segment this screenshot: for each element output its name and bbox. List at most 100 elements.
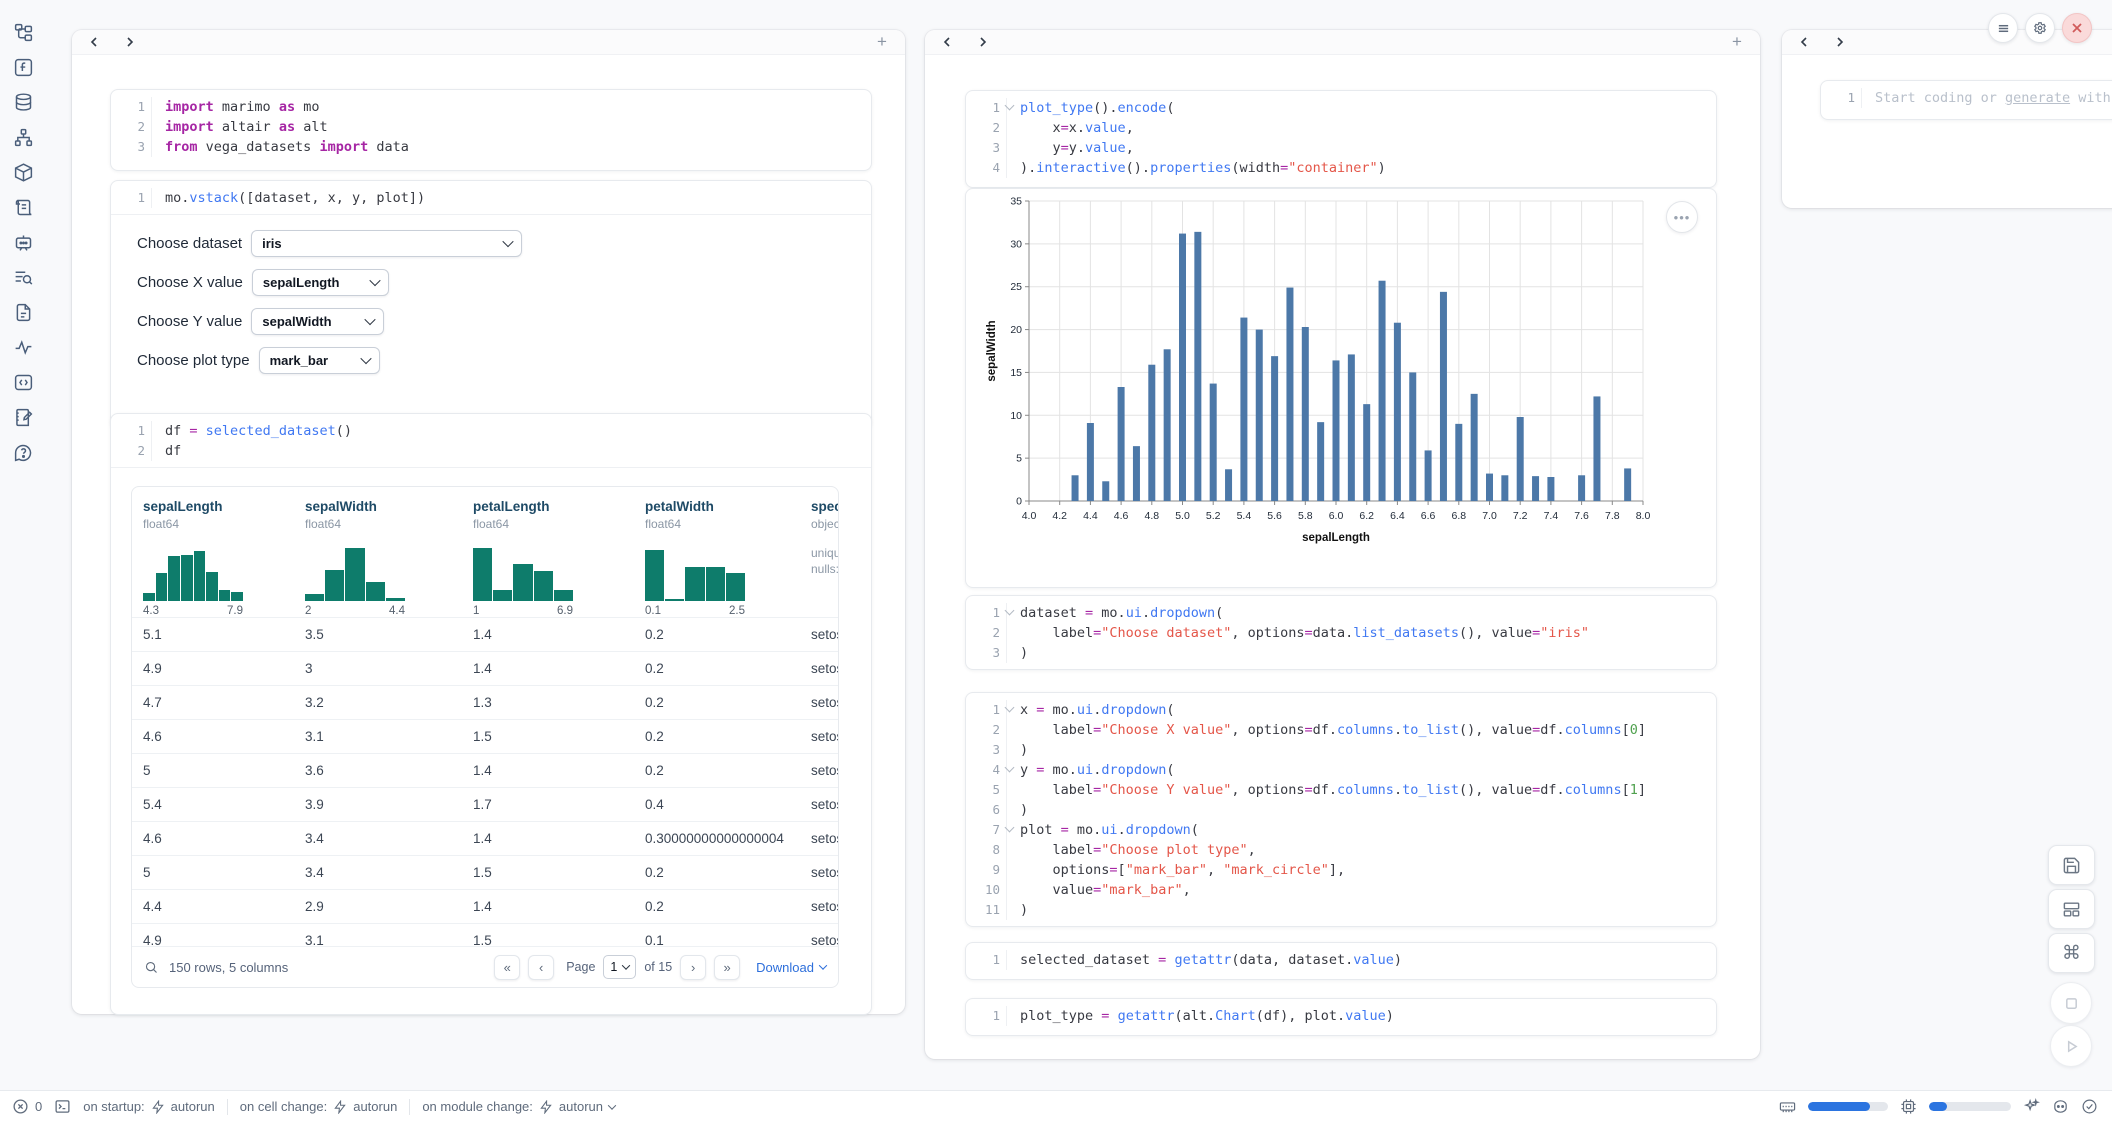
code-cell-vstack[interactable]: 1mo.vstack([dataset, x, y, plot]) Choose… [110, 180, 872, 430]
chatbot-icon[interactable] [12, 231, 34, 253]
code-line[interactable]: 1import marimo as mo [111, 97, 871, 117]
code-line[interactable]: 3) [966, 740, 1716, 760]
chart-menu-button[interactable]: ••• [1666, 201, 1698, 233]
download-button[interactable]: Download [756, 960, 826, 975]
scroll-icon[interactable] [12, 196, 34, 218]
table-row[interactable]: 53.61.40.2setos [132, 753, 838, 787]
table-row[interactable]: 4.931.40.2setos [132, 651, 838, 685]
code-line[interactable]: 8 label="Choose plot type", [966, 840, 1716, 860]
help-icon[interactable] [12, 441, 34, 463]
menu-button[interactable] [1988, 13, 2018, 43]
code-line[interactable]: 2 x=x.value, [966, 118, 1716, 138]
table-row[interactable]: 5.43.91.70.4setos [132, 787, 838, 821]
code-line[interactable]: 3 y=y.value, [966, 138, 1716, 158]
file-tree-icon[interactable] [12, 21, 34, 43]
close-button[interactable] [2062, 13, 2092, 43]
code-cell-selected-dataset[interactable]: 1selected_dataset = getattr(data, datase… [965, 942, 1717, 980]
code-cell-plot-type[interactable]: 1plot_type = getattr(alt.Chart(df), plot… [965, 998, 1717, 1036]
code-cell-imports[interactable]: 1import marimo as mo2import altair as al… [110, 89, 872, 171]
code-line[interactable]: 1df = selected_dataset() [111, 421, 871, 441]
altair-bar-chart[interactable]: 4.04.24.44.64.85.05.25.45.65.86.06.26.46… [981, 193, 1681, 588]
code-line[interactable]: 1dataset = mo.ui.dropdown( [966, 603, 1716, 623]
runtime-config-2[interactable]: on module change:autorun [422, 1099, 615, 1114]
code-line[interactable]: 1plot_type = getattr(alt.Chart(df), plot… [966, 1006, 1716, 1026]
stop-button[interactable] [2050, 982, 2092, 1024]
code-cell-plot[interactable]: 1plot_type().encode(2 x=x.value,3 y=y.va… [965, 90, 1717, 188]
next-page-button[interactable]: › [680, 955, 706, 980]
dependency-graph-icon[interactable] [12, 126, 34, 148]
database-icon[interactable] [12, 91, 34, 113]
code-line[interactable]: 2import altair as alt [111, 117, 871, 137]
code-line[interactable]: 5 label="Choose Y value", options=df.col… [966, 780, 1716, 800]
table-row[interactable]: 4.73.21.30.2setos [132, 685, 838, 719]
generate-link[interactable]: generate [2005, 90, 2070, 106]
errors-indicator[interactable]: 0 [12, 1098, 42, 1115]
settings-gear-button[interactable] [2025, 13, 2055, 43]
previous-page-button[interactable]: ‹ [528, 955, 554, 980]
column-header-petalLength[interactable]: petalLengthfloat6416.9 [462, 487, 634, 617]
dropdown-select-choose-y-value[interactable]: sepalWidth [251, 308, 384, 335]
table-row[interactable]: 53.41.50.2setos [132, 855, 838, 889]
code-cell-dataframe[interactable]: 1df = selected_dataset()2df sepalLengthf… [110, 413, 872, 1015]
column-header-sepalLength[interactable]: sepalLengthfloat644.37.9 [132, 487, 294, 617]
search-icon[interactable] [144, 960, 159, 975]
last-page-button[interactable]: » [714, 955, 740, 980]
code-line[interactable]: 4).interactive().properties(width="conta… [966, 158, 1716, 178]
keyboard-shortcuts-button[interactable]: ⌘ [2048, 933, 2095, 973]
notebook-icon[interactable] [12, 406, 34, 428]
collapse-right-icon[interactable] [977, 36, 989, 48]
collapse-right-icon[interactable] [1834, 36, 1846, 48]
runtime-config-1[interactable]: on cell change:autorun [240, 1099, 398, 1114]
code-line[interactable]: 1plot_type().encode( [966, 98, 1716, 118]
terminal-icon[interactable] [54, 1098, 71, 1115]
code-line[interactable]: 10 value="mark_bar", [966, 880, 1716, 900]
page-number-select[interactable]: 1 [603, 955, 636, 979]
code-cell-dataset-dropdown[interactable]: 1dataset = mo.ui.dropdown(2 label="Choos… [965, 595, 1717, 670]
table-row[interactable]: 5.13.51.40.2setos [132, 617, 838, 651]
dropdown-select-choose-dataset[interactable]: iris [251, 230, 522, 257]
code-line[interactable]: 3) [966, 643, 1716, 663]
empty-code-cell[interactable]: 1 Start coding or generate with [1820, 80, 2112, 120]
code-cell-xyplot-dropdowns[interactable]: 1x = mo.ui.dropdown(2 label="Choose X va… [965, 692, 1717, 927]
copilot-icon[interactable] [2052, 1098, 2069, 1115]
document-icon[interactable] [12, 301, 34, 323]
collapse-right-icon[interactable] [124, 36, 136, 48]
code-line[interactable]: 7plot = mo.ui.dropdown( [966, 820, 1716, 840]
collapse-left-icon[interactable] [1798, 36, 1810, 48]
run-button[interactable] [2050, 1025, 2092, 1067]
layout-button[interactable] [2048, 889, 2095, 929]
save-button[interactable] [2048, 845, 2095, 885]
package-icon[interactable] [12, 161, 34, 183]
column-header-sepalWidth[interactable]: sepalWidthfloat6424.4 [294, 487, 462, 617]
code-line[interactable]: 2 label="Choose X value", options=df.col… [966, 720, 1716, 740]
code-line[interactable]: 4y = mo.ui.dropdown( [966, 760, 1716, 780]
connection-status-icon[interactable] [2081, 1098, 2098, 1115]
code-line[interactable]: 3from vega_datasets import data [111, 137, 871, 157]
first-page-button[interactable]: « [494, 955, 520, 980]
code-line[interactable]: 6) [966, 800, 1716, 820]
ai-sparkles-icon[interactable] [2023, 1098, 2040, 1115]
code-line[interactable]: 1mo.vstack([dataset, x, y, plot]) [111, 188, 871, 208]
collapse-left-icon[interactable] [941, 36, 953, 48]
code-line[interactable]: 11) [966, 900, 1716, 920]
column-header-speci[interactable]: speciobjecuniqunulls: [800, 487, 839, 617]
table-row[interactable]: 4.63.41.40.30000000000000004setos [132, 821, 838, 855]
runtime-config-0[interactable]: on startup:autorun [83, 1099, 215, 1114]
function-icon[interactable] [12, 56, 34, 78]
dropdown-select-choose-plot-type[interactable]: mark_bar [259, 347, 380, 374]
code-line[interactable]: 1x = mo.ui.dropdown( [966, 700, 1716, 720]
table-row[interactable]: 4.63.11.50.2setos [132, 719, 838, 753]
column-header-petalWidth[interactable]: petalWidthfloat640.12.5 [634, 487, 800, 617]
activity-icon[interactable] [12, 336, 34, 358]
search-list-icon[interactable] [12, 266, 34, 288]
code-line[interactable]: 2df [111, 441, 871, 461]
table-row[interactable]: 4.42.91.40.2setos [132, 889, 838, 923]
dropdown-select-choose-x-value[interactable]: sepalLength [252, 269, 389, 296]
add-cell-button[interactable]: + [1728, 33, 1746, 51]
code-snippet-icon[interactable] [12, 371, 34, 393]
code-line[interactable]: 2 label="Choose dataset", options=data.l… [966, 623, 1716, 643]
add-cell-button[interactable]: + [873, 33, 891, 51]
collapse-left-icon[interactable] [88, 36, 100, 48]
code-line[interactable]: 9 options=["mark_bar", "mark_circle"], [966, 860, 1716, 880]
code-line[interactable]: 1selected_dataset = getattr(data, datase… [966, 950, 1716, 970]
